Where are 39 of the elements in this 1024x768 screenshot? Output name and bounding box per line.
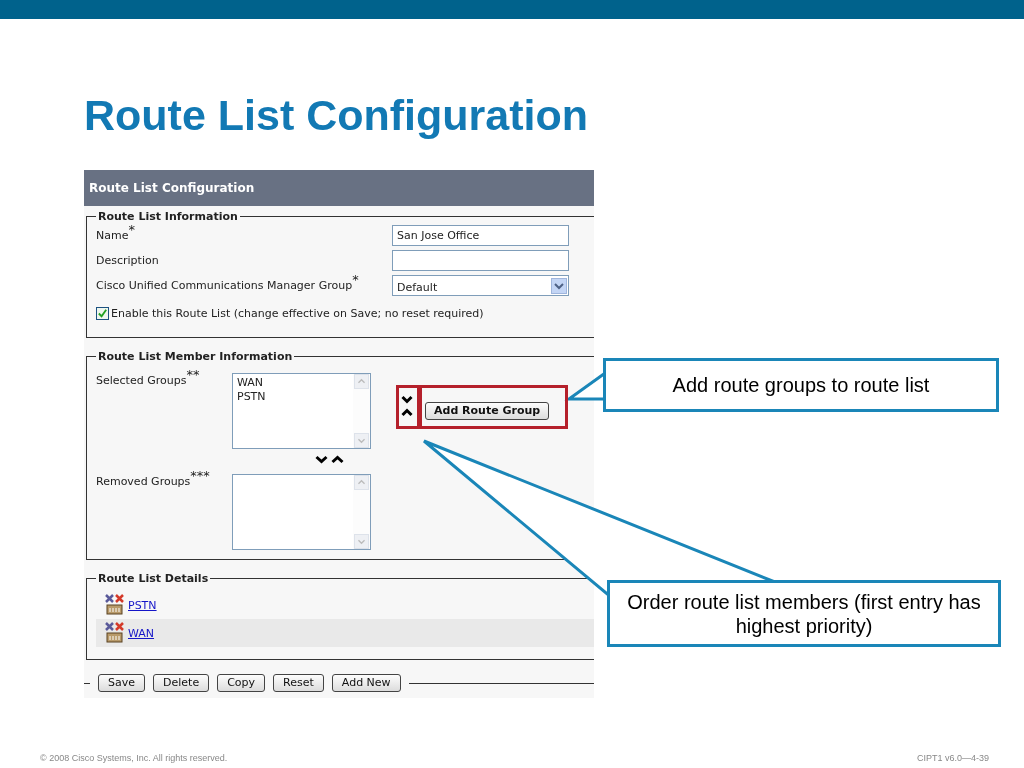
chevron-down-icon[interactable] bbox=[401, 395, 413, 404]
slide-number: CIPT1 v6.0—4-39 bbox=[916, 753, 989, 763]
checkbox-label: Enable this Route List (change effective on Save; no reset required) bbox=[111, 307, 484, 320]
chevron-down-icon[interactable] bbox=[315, 455, 328, 464]
scrollbar[interactable] bbox=[353, 475, 370, 549]
panel-title: Route List Configuration bbox=[89, 181, 255, 195]
scroll-up-icon[interactable] bbox=[354, 374, 369, 389]
scrollbar[interactable] bbox=[353, 374, 370, 448]
scroll-up-icon[interactable] bbox=[354, 475, 369, 490]
route-group-icon bbox=[104, 594, 126, 616]
chevron-up-icon[interactable] bbox=[401, 408, 413, 417]
form-button[interactable]: Delete bbox=[153, 674, 210, 692]
list-box[interactable]: WAN PSTN bbox=[232, 373, 371, 449]
slide-title: Route List Configuration bbox=[84, 90, 588, 141]
callout-text: Order route list members (first entry has highest priority) bbox=[626, 589, 982, 638]
fieldset-legend: Route List Information bbox=[96, 210, 240, 223]
checkbox[interactable] bbox=[96, 307, 109, 320]
list-option[interactable]: WAN bbox=[237, 376, 349, 390]
dropdown-field[interactable]: Default bbox=[392, 275, 569, 296]
fieldset-legend: Route List Details bbox=[96, 572, 211, 585]
form-button[interactable]: Reset bbox=[273, 674, 324, 692]
route-group-link[interactable]: WAN bbox=[128, 626, 155, 640]
route-group-icon bbox=[104, 622, 126, 644]
scroll-down-icon[interactable] bbox=[354, 433, 369, 448]
route-group-link[interactable]: PSTN bbox=[128, 598, 157, 612]
form-button[interactable]: Save bbox=[98, 674, 145, 692]
text-field[interactable]: San Jose Office bbox=[392, 225, 569, 246]
list-option[interactable]: PSTN bbox=[237, 390, 349, 404]
field-label: Description bbox=[96, 254, 160, 267]
callout-text: Add route groups to route list bbox=[672, 373, 930, 397]
copyright-text: © 2008 Cisco Systems, Inc. All rights reserved. bbox=[40, 753, 228, 763]
form-button[interactable]: Add New bbox=[331, 674, 401, 692]
add-route-group-button[interactable]: Add Route Group bbox=[425, 402, 550, 420]
chevron-up-icon[interactable] bbox=[331, 455, 344, 464]
form-button[interactable]: Copy bbox=[217, 674, 266, 692]
list-box[interactable] bbox=[232, 474, 371, 550]
text-field[interactable] bbox=[392, 250, 569, 271]
fieldset-legend: Route List Member Information bbox=[96, 350, 295, 363]
scroll-down-icon[interactable] bbox=[354, 534, 369, 549]
